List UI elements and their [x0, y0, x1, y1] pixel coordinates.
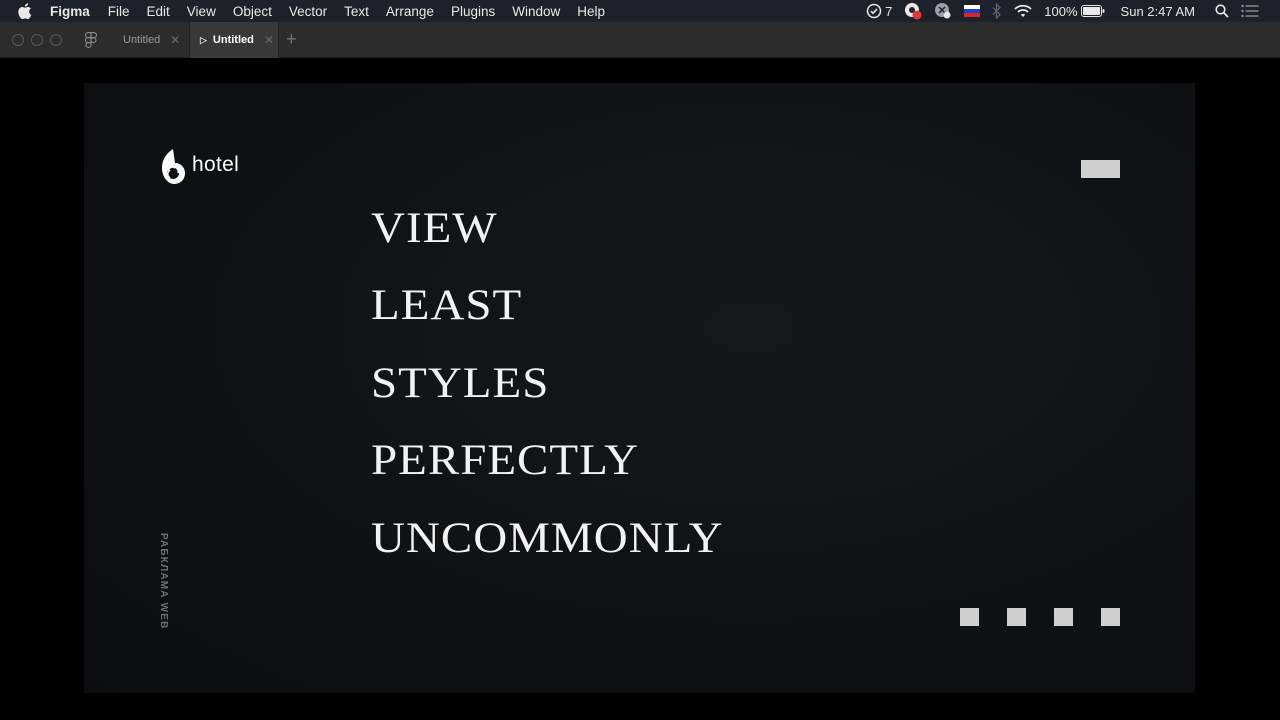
todo-status[interactable]: 7: [866, 3, 892, 19]
slider-dot[interactable]: [1054, 608, 1073, 626]
headline-word: LEAST: [371, 281, 523, 330]
menu-vector[interactable]: Vector: [289, 4, 327, 19]
tab-label: Untitled: [123, 34, 161, 46]
menu-arrange[interactable]: Arrange: [386, 4, 434, 19]
zoom-window-button[interactable]: [50, 34, 62, 46]
minimize-window-button[interactable]: [31, 34, 43, 46]
menu-window[interactable]: Window: [512, 4, 560, 19]
shell-logo-icon: [158, 147, 188, 192]
bluetooth-icon[interactable]: [992, 3, 1002, 19]
hotel-logo: hotel: [158, 147, 239, 192]
tab-untitled-2[interactable]: ▷ Untitled ✕: [189, 22, 279, 58]
close-window-button[interactable]: [12, 34, 24, 46]
tab-label: Untitled: [212, 34, 254, 46]
logo-text: hotel: [192, 152, 240, 176]
wifi-icon[interactable]: [1014, 4, 1032, 18]
battery-percent: 100%: [1044, 3, 1078, 19]
macos-menu-bar: Figma File Edit View Object Vector Text …: [0, 0, 1280, 22]
slider-dot[interactable]: [1007, 608, 1026, 626]
todo-count: 7: [885, 3, 893, 19]
battery-status[interactable]: 100%: [1044, 3, 1105, 19]
accessibility-icon[interactable]: [934, 2, 952, 20]
menu-text[interactable]: Text: [344, 4, 369, 19]
battery-icon: [1080, 5, 1105, 17]
headline-word: VIEW: [371, 204, 498, 253]
menu-figma[interactable]: Figma: [50, 4, 90, 19]
vertical-caption: РАБКЛАМА WEB: [158, 533, 169, 630]
menu-view[interactable]: View: [187, 4, 216, 19]
close-tab-icon[interactable]: ✕: [170, 33, 180, 47]
headline-word: STYLES: [371, 359, 550, 408]
flag-stripe: [964, 5, 981, 9]
close-tab-icon[interactable]: ✕: [264, 33, 274, 47]
menu-help[interactable]: Help: [577, 4, 605, 19]
slider-dot[interactable]: [1101, 608, 1120, 626]
headline-word: UNCOMMONLY: [371, 514, 724, 563]
tab-untitled-1[interactable]: Untitled ✕: [113, 22, 189, 58]
add-tab-button[interactable]: +: [286, 30, 297, 48]
check-circle-icon: [866, 3, 882, 19]
play-icon: ▷: [200, 34, 207, 45]
headline-word: PERFECTLY: [371, 436, 640, 485]
menu-edit[interactable]: Edit: [147, 4, 170, 19]
hotel-design-frame[interactable]: hotel VIEW LEAST STYLES PERFECTLY UNCOMM…: [84, 83, 1195, 693]
notification-app-icon[interactable]: [904, 2, 922, 20]
menu-object[interactable]: Object: [233, 4, 272, 19]
spotlight-search-icon[interactable]: [1215, 4, 1229, 18]
figma-canvas[interactable]: hotel VIEW LEAST STYLES PERFECTLY UNCOMM…: [0, 58, 1280, 720]
slider-dot[interactable]: [960, 608, 979, 626]
clock[interactable]: Sun 2:47 AM: [1121, 4, 1195, 19]
menu-button[interactable]: [1081, 160, 1120, 178]
flag-stripe: [964, 13, 981, 17]
menu-file[interactable]: File: [108, 4, 130, 19]
figma-home-icon[interactable]: [84, 32, 98, 54]
menu-plugins[interactable]: Plugins: [451, 4, 495, 19]
notification-center-icon[interactable]: [1241, 4, 1259, 18]
input-source-flag-icon[interactable]: [964, 5, 981, 17]
flag-stripe: [964, 9, 981, 13]
apple-icon[interactable]: [18, 2, 36, 20]
figma-tab-bar: Untitled ✕ ▷ Untitled ✕ +: [0, 22, 1280, 58]
